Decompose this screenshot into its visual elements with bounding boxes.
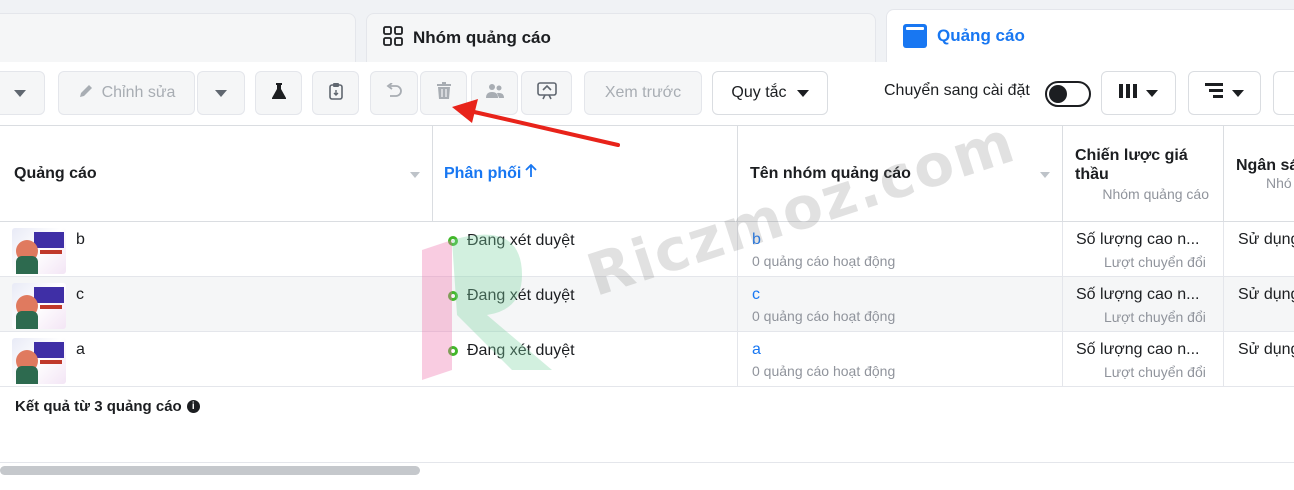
toolbar: Chỉnh sửa Xem trước Quy tắc Chuyển sang … bbox=[0, 62, 1294, 126]
table-row[interactable]: a Đang xét duyệt a 0 quảng cáo hoạt động… bbox=[0, 332, 1294, 387]
delivery-status: Đang xét duyệt bbox=[448, 342, 575, 360]
delivery-status: Đang xét duyệt bbox=[448, 287, 575, 305]
edit-button-label: Chỉnh sửa bbox=[101, 84, 176, 101]
column-header-budget[interactable]: Ngân sá Nhó bbox=[1224, 126, 1294, 222]
column-header-budget-sub: Nhó bbox=[1266, 174, 1292, 191]
results-summary: Kết quả từ 3 quảng cáo i bbox=[15, 398, 200, 415]
adset-link[interactable]: a bbox=[752, 341, 761, 359]
edit-button[interactable]: Chỉnh sửa bbox=[58, 71, 195, 115]
budget-value: Sử dụng bbox=[1238, 341, 1294, 358]
tab-ads-label: Quảng cáo bbox=[937, 26, 1025, 45]
columns-icon bbox=[1119, 83, 1137, 103]
reports-button[interactable] bbox=[1273, 71, 1294, 115]
chevron-down-icon bbox=[1040, 172, 1050, 178]
breakdown-button[interactable] bbox=[1188, 71, 1261, 115]
ad-name[interactable]: c bbox=[76, 286, 84, 304]
bid-strategy-sub: Lượt chuyển đổi bbox=[1104, 309, 1206, 325]
chevron-down-icon bbox=[1146, 89, 1158, 97]
delivery-status-label: Đang xét duyệt bbox=[467, 232, 575, 249]
tab-campaigns[interactable] bbox=[0, 13, 356, 62]
column-header-ad-label: Quảng cáo bbox=[14, 164, 97, 182]
chevron-down-icon bbox=[1232, 89, 1244, 97]
bid-strategy-value: Số lượng cao n... bbox=[1076, 286, 1200, 303]
tab-ad-sets-label: Nhóm quảng cáo bbox=[413, 28, 551, 47]
chevron-down-icon bbox=[796, 89, 809, 97]
delivery-status-label: Đang xét duyệt bbox=[467, 287, 575, 304]
column-header-adset-name[interactable]: Tên nhóm quảng cáo bbox=[738, 126, 1063, 222]
column-header-adset-name-label: Tên nhóm quảng cáo bbox=[750, 164, 911, 182]
tab-ad-sets[interactable]: Nhóm quảng cáo bbox=[366, 13, 876, 62]
bid-strategy-sub: Lượt chuyển đổi bbox=[1104, 254, 1206, 270]
grid-icon bbox=[383, 25, 403, 51]
info-icon[interactable]: i bbox=[186, 400, 200, 413]
ad-icon bbox=[903, 24, 927, 48]
ad-thumbnail bbox=[12, 228, 66, 274]
table-row[interactable]: b Đang xét duyệt b 0 quảng cáo hoạt động… bbox=[0, 222, 1294, 277]
toggle-knob bbox=[1049, 85, 1067, 103]
pencil-icon bbox=[78, 83, 94, 104]
switch-settings-toggle[interactable] bbox=[1045, 81, 1091, 107]
budget-value: Sử dụng bbox=[1238, 286, 1294, 303]
bid-strategy-sub: Lượt chuyển đổi bbox=[1104, 364, 1206, 380]
columns-button[interactable] bbox=[1101, 71, 1176, 115]
duplicate-button[interactable] bbox=[312, 71, 359, 115]
delivery-status: Đang xét duyệt bbox=[448, 232, 575, 250]
column-header-delivery-label: Phân phối bbox=[444, 164, 522, 182]
adset-link[interactable]: b bbox=[752, 231, 761, 249]
switch-settings-label: Chuyển sang cài đặt bbox=[884, 82, 1030, 99]
ab-test-button[interactable] bbox=[255, 71, 302, 115]
clipboard-icon bbox=[328, 82, 344, 105]
flask-icon bbox=[271, 82, 287, 105]
ad-name[interactable]: a bbox=[76, 341, 85, 359]
ad-name[interactable]: b bbox=[76, 231, 85, 249]
status-dot-icon bbox=[448, 291, 458, 301]
table-bottom-divider bbox=[0, 462, 1294, 463]
annotation-arrow-icon bbox=[452, 99, 620, 147]
bid-strategy-value: Số lượng cao n... bbox=[1076, 341, 1200, 358]
rules-button-label: Quy tắc bbox=[731, 84, 787, 101]
edit-dropdown-button[interactable] bbox=[197, 71, 245, 115]
breakdown-icon bbox=[1205, 82, 1223, 104]
column-header-budget-label: Ngân sá bbox=[1236, 156, 1294, 174]
undo-icon bbox=[385, 81, 403, 104]
ad-thumbnail bbox=[12, 283, 66, 329]
tab-ads[interactable]: Quảng cáo bbox=[886, 9, 1294, 62]
rules-button[interactable]: Quy tắc bbox=[712, 71, 828, 115]
undo-button[interactable] bbox=[370, 71, 418, 115]
chevron-down-icon bbox=[410, 172, 420, 178]
column-header-bid-strategy-sub: Nhóm quảng cáo bbox=[1102, 185, 1209, 202]
create-dropdown-button[interactable] bbox=[0, 71, 45, 115]
tab-bar: Nhóm quảng cáo Quảng cáo bbox=[0, 0, 1294, 62]
status-dot-icon bbox=[448, 346, 458, 356]
adset-active-count: 0 quảng cáo hoạt động bbox=[752, 308, 896, 324]
table-row[interactable]: c Đang xét duyệt c 0 quảng cáo hoạt động… bbox=[0, 277, 1294, 332]
sort-up-arrow-icon bbox=[525, 163, 537, 183]
chevron-down-icon bbox=[13, 89, 26, 97]
adset-link[interactable]: c bbox=[752, 286, 760, 304]
column-header-bid-strategy[interactable]: Chiến lược giá thầu Nhóm quảng cáo bbox=[1063, 126, 1224, 222]
delivery-status-label: Đang xét duyệt bbox=[467, 342, 575, 359]
adset-active-count: 0 quảng cáo hoạt động bbox=[752, 363, 896, 379]
bid-strategy-value: Số lượng cao n... bbox=[1076, 231, 1200, 248]
column-header-bid-strategy-label: Chiến lược giá thầu bbox=[1075, 146, 1188, 183]
ad-thumbnail bbox=[12, 338, 66, 384]
results-summary-label: Kết quả từ 3 quảng cáo bbox=[15, 398, 182, 415]
budget-value: Sử dụng bbox=[1238, 231, 1294, 248]
status-dot-icon bbox=[448, 236, 458, 246]
horizontal-scrollbar[interactable] bbox=[0, 466, 420, 475]
chevron-down-icon bbox=[215, 89, 227, 97]
column-header-ad[interactable]: Quảng cáo bbox=[0, 126, 433, 222]
adset-active-count: 0 quảng cáo hoạt động bbox=[752, 253, 896, 269]
